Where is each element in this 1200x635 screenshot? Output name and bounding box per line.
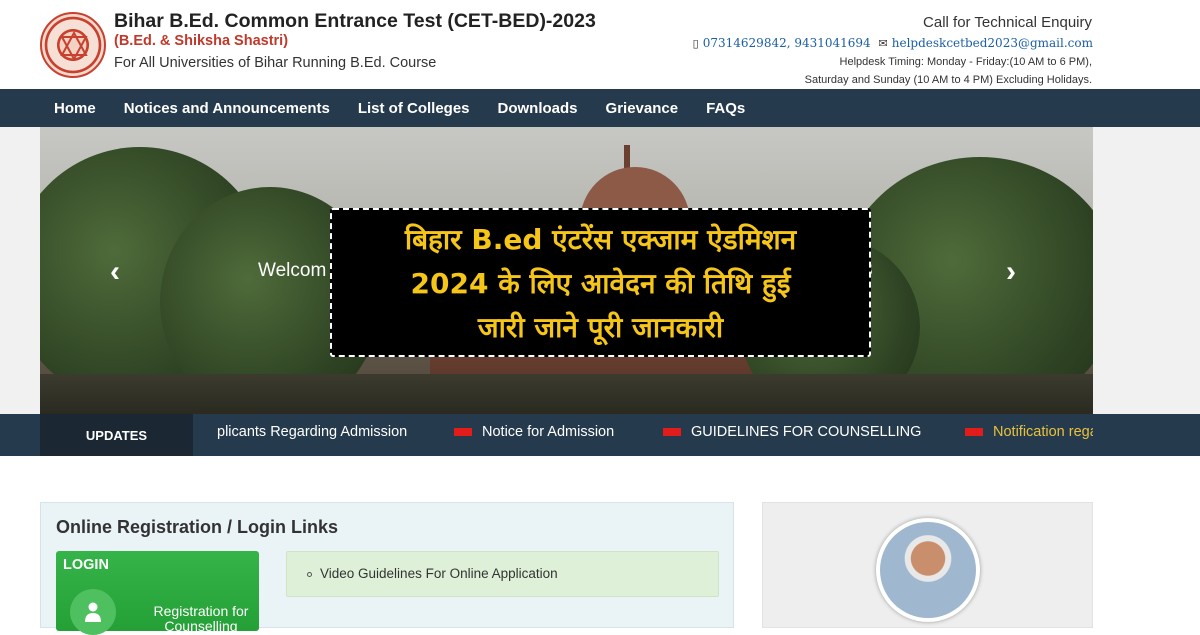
nav-item-faqs[interactable]: FAQs [706, 100, 745, 117]
site-title: Bihar B.Ed. Common Entrance Test (CET-BE… [114, 10, 596, 32]
site-subtitle: (B.Ed. & Shiksha Shastri) [114, 33, 289, 49]
headline-line: जारी जाने पूरी जानकारी [477, 311, 724, 344]
login-card[interactable]: LOGIN Registration for Counselling [56, 551, 259, 635]
seal-star-icon [60, 31, 88, 61]
new-badge-icon [663, 428, 681, 437]
slider-prev-icon[interactable]: ‹ [110, 255, 120, 289]
contact-info: ▯ 07314629842, 9431041694 ✉ helpdeskcetbed… [693, 36, 1093, 50]
headline-line: 2024 के लिए आवेदन की तिथि हुई [410, 267, 791, 300]
list-bullet-icon [307, 571, 312, 577]
login-label: LOGIN [63, 557, 109, 573]
video-guidelines-link[interactable]: Video Guidelines For Online Application [307, 566, 558, 581]
slider-next-icon[interactable]: › [1006, 255, 1016, 289]
updates-ticker: plicants Regarding Admission Notice for … [193, 414, 1093, 456]
registration-panel: Online Registration / Login Links LOGIN … [40, 502, 734, 635]
ticker-item[interactable]: GUIDELINES FOR COUNSELLING [663, 424, 921, 440]
headline-banner: बिहार B.ed एंटरेंस एक्जाम ऐडमिशन 2024 के… [330, 208, 871, 357]
helpdesk-timing-weekend: Saturday and Sunday (10 AM to 4 PM) Excl… [804, 74, 1092, 86]
nav-item-home[interactable]: Home [54, 100, 96, 117]
ticker-item[interactable]: plicants Regarding Admission [217, 424, 407, 440]
helpdesk-timing-weekday: Helpdesk Timing: Monday - Friday:(10 AM … [839, 56, 1092, 68]
updates-bar: UPDATES plicants Regarding Admission Not… [0, 414, 1200, 456]
email-link[interactable]: helpdeskcetbed2023@gmail.com [892, 36, 1093, 50]
envelope-icon: ✉ [878, 37, 888, 50]
site-header: Bihar B.Ed. Common Entrance Test (CET-BE… [0, 0, 1200, 89]
slide-caption: Welcom [258, 260, 327, 281]
ticker-item[interactable]: Notice for Admission [454, 424, 614, 440]
site-tagline: For All Universities of Bihar Running B.… [114, 55, 437, 71]
new-badge-icon [454, 428, 472, 437]
phone-icon: ▯ [692, 37, 699, 50]
headline-line: बिहार B.ed एंटरेंस एक्जाम ऐडमिशन [404, 223, 797, 256]
new-badge-icon [965, 428, 983, 437]
phone-numbers[interactable]: 07314629842, 9431041694 [703, 36, 871, 50]
registration-title: Online Registration / Login Links [56, 517, 339, 537]
enquiry-title: Call for Technical Enquiry [923, 14, 1092, 31]
registration-link[interactable]: Registration for Counselling [151, 604, 251, 634]
nav-item-downloads[interactable]: Downloads [498, 100, 578, 117]
nav-item-notices[interactable]: Notices and Announcements [124, 100, 330, 117]
official-portrait [876, 518, 980, 622]
official-profile-panel [762, 502, 1093, 628]
user-icon [70, 589, 116, 635]
ticker-item[interactable]: Notification rega [965, 424, 1093, 440]
nav-item-colleges[interactable]: List of Colleges [358, 100, 470, 117]
updates-label: UPDATES [40, 414, 193, 456]
video-guidelines-box: Video Guidelines For Online Application [286, 551, 719, 597]
university-seal-logo[interactable] [40, 12, 106, 78]
main-nav: Home Notices and Announcements List of C… [0, 89, 1200, 127]
nav-item-grievance[interactable]: Grievance [606, 100, 679, 117]
